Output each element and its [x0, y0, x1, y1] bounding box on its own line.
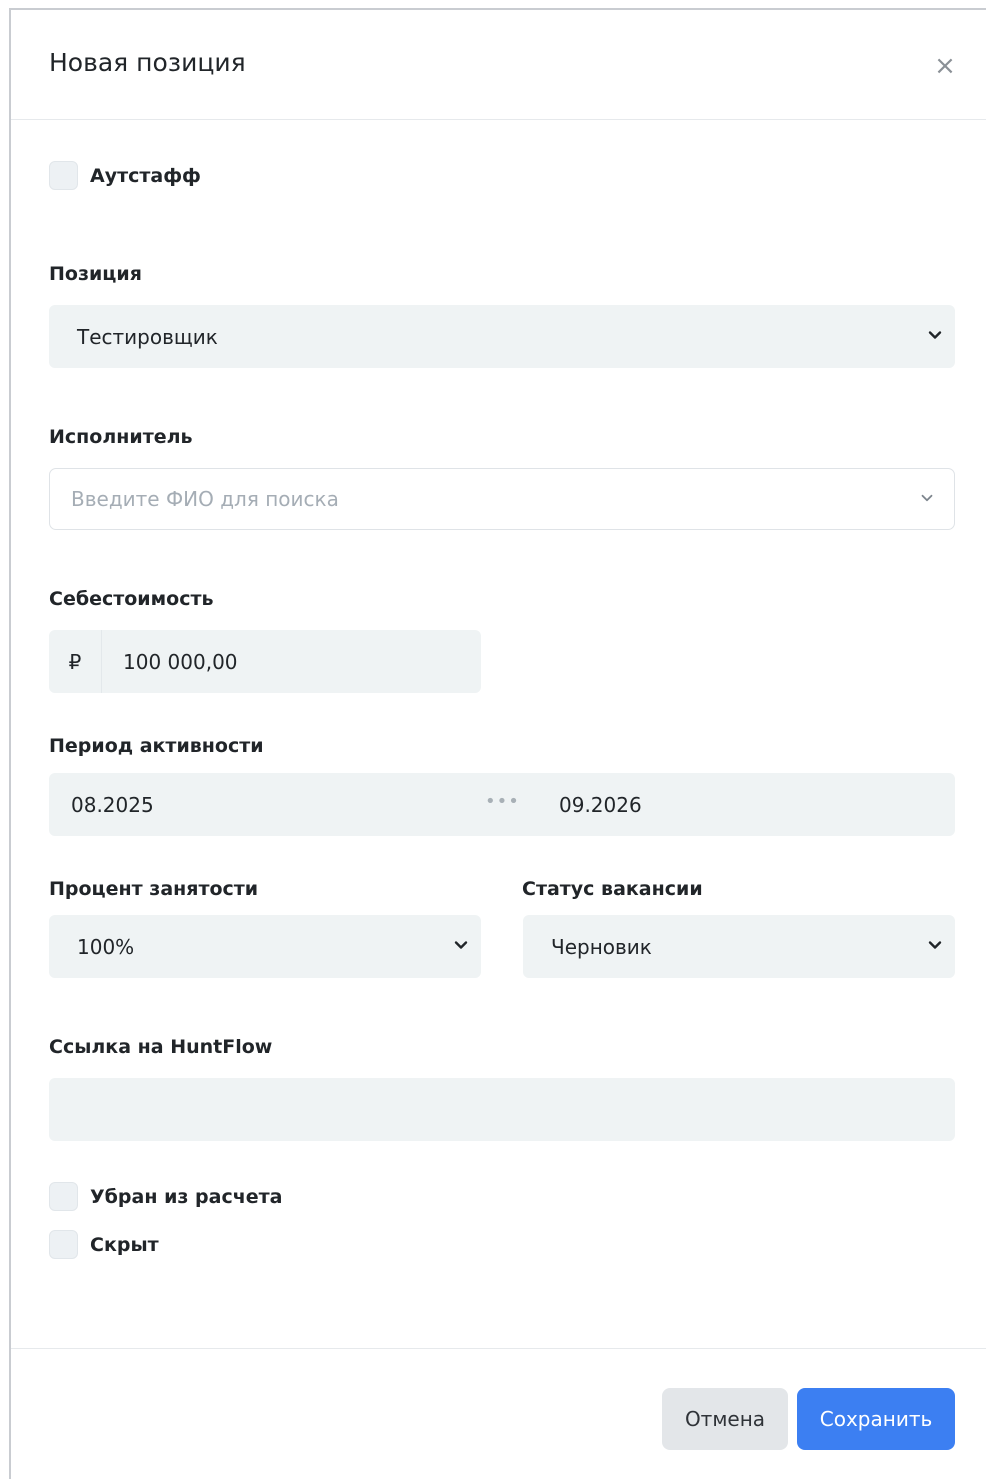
currency-symbol: ₽ [49, 630, 102, 693]
modal-footer: Отмена Сохранить [11, 1348, 986, 1481]
huntflow-label: Ссылка на HuntFlow [49, 1036, 273, 1058]
executor-search-input[interactable]: Введите ФИО для поиска [49, 468, 955, 530]
executor-label: Исполнитель [49, 426, 193, 448]
outstaff-label: Аутстафф [90, 164, 201, 187]
excluded-label: Убран из расчета [90, 1185, 283, 1208]
excluded-checkbox-row[interactable]: Убран из расчета [49, 1182, 283, 1211]
employment-select[interactable]: 100% [49, 915, 481, 978]
period-separator: ••• [485, 791, 520, 812]
cost-input[interactable]: ₽ 100 000,00 [49, 630, 481, 693]
position-select[interactable]: Тестировщик [49, 305, 955, 368]
position-label: Позиция [49, 263, 142, 285]
excluded-checkbox[interactable] [49, 1182, 78, 1211]
chevron-down-icon [454, 941, 468, 949]
chevron-down-icon [928, 331, 942, 339]
executor-placeholder: Введите ФИО для поиска [71, 487, 339, 511]
save-button[interactable]: Сохранить [797, 1388, 955, 1450]
hidden-label: Скрыт [90, 1233, 159, 1256]
period-range-picker[interactable]: 08.2025 ••• 09.2026 [49, 773, 955, 836]
vacancy-status-select[interactable]: Черновик [523, 915, 955, 978]
period-from[interactable]: 08.2025 [71, 793, 154, 817]
new-position-modal: Новая позиция × Аутстафф Позиция Тестиро… [9, 8, 986, 1479]
period-to[interactable]: 09.2026 [559, 793, 642, 817]
chevron-down-icon [921, 494, 933, 502]
employment-value: 100% [77, 934, 135, 959]
chevron-down-icon [928, 941, 942, 949]
vacancy-status-label: Статус вакансии [522, 878, 703, 900]
hidden-checkbox-row[interactable]: Скрыт [49, 1230, 159, 1259]
cost-value: 100 000,00 [123, 649, 238, 674]
close-icon[interactable]: × [933, 53, 957, 79]
position-value: Тестировщик [77, 324, 218, 349]
modal-title: Новая позиция [49, 48, 246, 77]
hidden-checkbox[interactable] [49, 1230, 78, 1259]
period-label: Период активности [49, 735, 264, 757]
outstaff-checkbox[interactable] [49, 161, 78, 190]
outstaff-checkbox-row[interactable]: Аутстафф [49, 161, 201, 190]
vacancy-status-value: Черновик [551, 934, 652, 959]
cancel-button[interactable]: Отмена [662, 1388, 788, 1450]
huntflow-link-input[interactable] [49, 1078, 955, 1141]
employment-label: Процент занятости [49, 878, 259, 900]
cost-label: Себестоимость [49, 588, 214, 610]
modal-header: Новая позиция × [11, 10, 986, 120]
